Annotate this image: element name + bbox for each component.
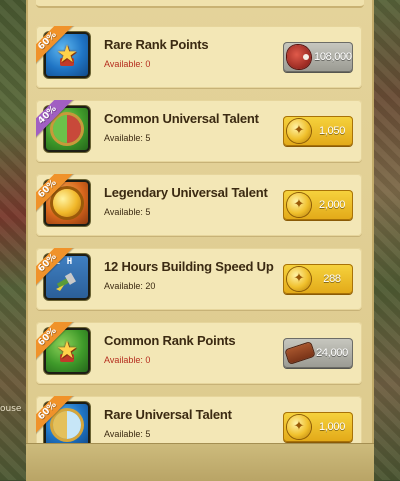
discount-label: 40% [36,100,76,142]
gold-coin-icon: ✦ [287,267,311,291]
item-name: Common Universal Talent [104,111,259,126]
gold-coin-icon: ✦ [287,119,311,143]
buy-button[interactable]: ✦ 2,000 [283,190,353,220]
discount-label: 60% [36,396,76,438]
discount-ribbon: 60% [36,396,78,438]
buy-button[interactable]: ✦ 288 [283,264,353,294]
discount-ribbon: 60% [36,174,78,216]
shop-item-row: ★ 60% Rare Rank Points Available: 0 108,… [36,26,362,88]
item-name: 12 Hours Building Speed Up [104,259,274,274]
price-label: 1,000 [318,421,346,433]
buy-button[interactable]: 24,000 [283,338,353,368]
discount-ribbon: 60% [36,248,78,290]
shop-item-row: 60% Legendary Universal Talent Available… [36,174,362,236]
price-label: 108,000 [314,51,352,63]
item-availability: Available: 5 [104,133,151,143]
gold-coin-icon: ✦ [287,193,311,217]
discount-ribbon: 60% [36,26,78,68]
buy-button[interactable]: ✦ 1,050 [283,116,353,146]
discount-ribbon: 60% [36,322,78,364]
discount-label: 60% [36,26,76,68]
item-availability: Available: 5 [104,429,151,439]
shop-item-row: 12 H 60% 12 Hours Building Speed Up Avai… [36,248,362,310]
item-availability: Available: 0 [104,355,151,365]
item-name: Legendary Universal Talent [104,185,268,200]
gold-coin-icon: ✦ [287,415,311,439]
background-building-tag: ouse [0,404,22,414]
discount-label: 60% [36,248,76,290]
shop-panel: ★ 60% Rare Rank Points Available: 0 108,… [26,0,374,480]
item-availability: Available: 20 [104,281,156,291]
item-availability: Available: 5 [104,207,151,217]
shop-item-row: 40% Common Universal Talent Available: 5… [36,100,362,162]
wood-icon [285,342,315,364]
shop-item-row: ★ 60% Common Rank Points Available: 0 24… [36,322,362,384]
item-availability: Available: 0 [104,59,151,69]
price-label: 2,000 [318,199,346,211]
item-name: Rare Rank Points [104,37,209,52]
panel-bottom-bar [26,443,374,481]
price-label: 288 [323,273,341,285]
panel-top-strip [36,0,364,8]
discount-ribbon: 40% [36,100,78,142]
background-scene-right [374,0,400,480]
buy-button[interactable]: 108,000 [283,42,353,72]
buy-button[interactable]: ✦ 1,000 [283,412,353,442]
price-label: 1,050 [318,125,346,137]
item-name: Common Rank Points [104,333,236,348]
price-label: 24,000 [316,347,348,359]
meat-icon [287,45,311,69]
item-name: Rare Universal Talent [104,407,232,422]
discount-label: 60% [36,322,76,364]
discount-label: 60% [36,174,76,216]
